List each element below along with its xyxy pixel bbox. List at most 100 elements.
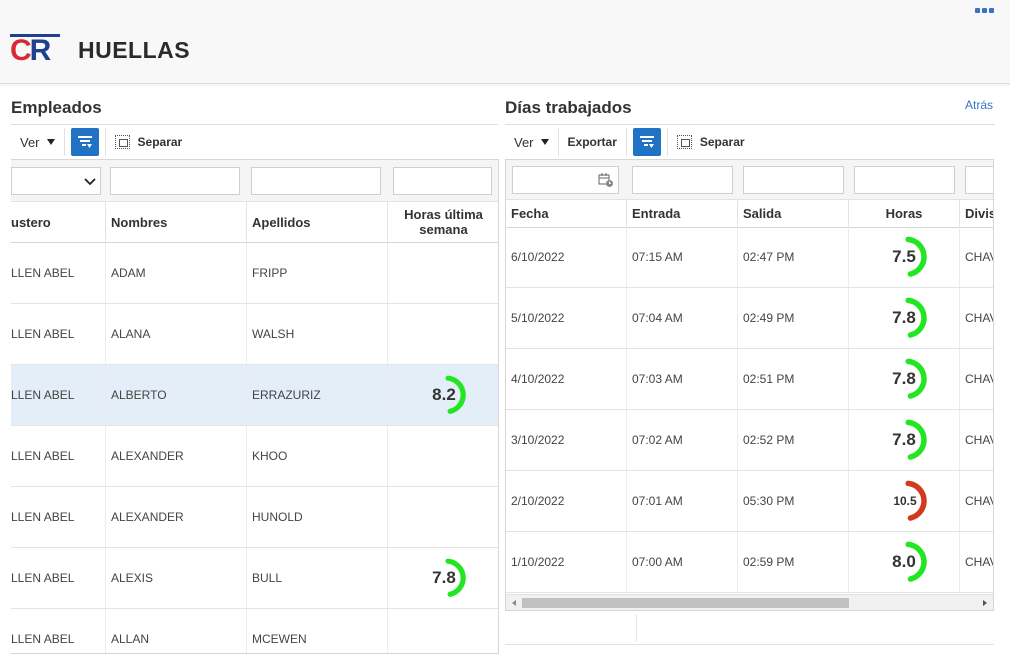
- empleados-row[interactable]: LLEN ABEL ALANA WALSH: [11, 304, 498, 365]
- col-header-horas[interactable]: Horas última semana: [388, 202, 498, 242]
- empleados-row[interactable]: LLEN ABEL ALEXIS BULL 7.8: [11, 548, 498, 609]
- logo-letter-r: R: [29, 34, 52, 67]
- filter-select-c1[interactable]: [11, 167, 101, 195]
- cell-fecha: 4/10/2022: [506, 349, 627, 409]
- caret-down-icon: [46, 139, 55, 145]
- hours-gauge: 7.5: [884, 235, 928, 279]
- cell-apellidos: FRIPP: [247, 243, 388, 303]
- cell-fecha: 1/10/2022: [506, 532, 627, 592]
- dropdown-chevron-icon: [84, 178, 96, 186]
- cell-division: CHAV: [965, 372, 993, 386]
- col-header-entrada[interactable]: Entrada: [627, 200, 738, 227]
- filter-input-entrada[interactable]: [632, 166, 733, 194]
- calendar-icon[interactable]: [598, 172, 614, 188]
- scrollbar-thumb[interactable]: [522, 598, 849, 608]
- hours-gauge: 7.8: [884, 418, 928, 462]
- cell-division: CHAV: [965, 555, 993, 569]
- dias-row[interactable]: 5/10/202207:04 AM02:49 PM 7.8 CHAV: [506, 288, 993, 349]
- gauge-value: 7.5: [892, 247, 916, 266]
- hours-gauge: 8.2: [425, 374, 467, 416]
- col-header-salida[interactable]: Salida: [738, 200, 849, 227]
- cell-horas: 8.0: [849, 532, 960, 592]
- cell-nombres: ALEXIS: [106, 548, 247, 608]
- cell-c1: LLEN ABEL: [11, 304, 106, 364]
- cell-nombres: ALLAN: [106, 609, 247, 653]
- col-header-c1[interactable]: ustero: [11, 202, 106, 242]
- dias-row[interactable]: 2/10/202207:01 AM05:30 PM 10.5 CHAV: [506, 471, 993, 532]
- filter-input-apellidos[interactable]: [251, 167, 381, 195]
- dias-row[interactable]: 3/10/202207:02 AM02:52 PM 7.8 CHAV: [506, 410, 993, 471]
- col-header-division[interactable]: Divis: [960, 200, 993, 227]
- filter-input-horas[interactable]: [854, 166, 955, 194]
- cell-salida: 02:51 PM: [738, 349, 849, 409]
- gauge-value: 7.8: [432, 568, 456, 587]
- cell-c1: LLEN ABEL: [11, 487, 106, 547]
- filter-input-fecha[interactable]: [512, 166, 619, 194]
- hours-gauge: 7.8: [425, 557, 467, 599]
- filter-input-horas[interactable]: [393, 167, 492, 195]
- cell-nombres: ADAM: [106, 243, 247, 303]
- empleados-view-menu[interactable]: Ver: [11, 126, 64, 158]
- cell-horas: 7.5: [849, 227, 960, 287]
- cell-salida: 02:52 PM: [738, 410, 849, 470]
- col-header-apellidos[interactable]: Apellidos: [247, 202, 388, 242]
- cell-nombres: ALEXANDER: [106, 426, 247, 486]
- scroll-left-icon[interactable]: [512, 600, 516, 606]
- col-header-nombres[interactable]: Nombres: [106, 202, 247, 242]
- export-button[interactable]: Exportar: [559, 126, 626, 158]
- empleados-row[interactable]: LLEN ABEL ADAM FRIPP: [11, 243, 498, 304]
- dias-filter-row: [506, 160, 993, 200]
- filter-button[interactable]: [70, 128, 99, 156]
- dias-view-menu[interactable]: Ver: [505, 126, 558, 158]
- back-link[interactable]: Atrás: [965, 98, 993, 112]
- hours-gauge: 8.0: [884, 540, 928, 584]
- dias-toolbar: Ver Exportar Separar: [505, 126, 754, 158]
- cell-entrada: 07:02 AM: [627, 410, 738, 470]
- empleados-title-divider: [11, 124, 498, 125]
- cell-salida: 02:59 PM: [738, 532, 849, 592]
- filter-input-division[interactable]: [965, 166, 993, 194]
- cell-apellidos: KHOO: [247, 426, 388, 486]
- empleados-detach-button[interactable]: Separar: [106, 126, 192, 158]
- dias-header-row: Fecha Entrada Salida Horas Divis: [506, 200, 993, 228]
- cell-horas: [388, 426, 498, 486]
- cell-apellidos: BULL: [247, 548, 388, 608]
- cell-apellidos: WALSH: [247, 304, 388, 364]
- cell-horas: [388, 487, 498, 547]
- empleados-row[interactable]: LLEN ABEL ALLAN MCEWEN: [11, 609, 498, 653]
- cell-fecha: 5/10/2022: [506, 288, 627, 348]
- cell-horas: [388, 609, 498, 653]
- horizontal-scrollbar[interactable]: [506, 594, 993, 610]
- detach-label: Separar: [137, 135, 183, 149]
- cell-c1: LLEN ABEL: [11, 426, 106, 486]
- cell-horas: 7.8: [849, 410, 960, 470]
- filter-input-salida[interactable]: [743, 166, 844, 194]
- gauge-value: 7.8: [892, 430, 916, 449]
- scroll-right-icon[interactable]: [983, 600, 987, 606]
- dias-row[interactable]: 1/10/202207:00 AM02:59 PM 8.0 CHAV: [506, 532, 993, 593]
- filter-icon: [639, 136, 654, 148]
- col-header-fecha[interactable]: Fecha: [506, 200, 627, 227]
- cell-horas: 7.8: [849, 288, 960, 348]
- cell-apellidos: HUNOLD: [247, 487, 388, 547]
- filter-input-nombres[interactable]: [110, 167, 240, 195]
- cell-salida: 05:30 PM: [738, 471, 849, 531]
- dias-footer-divider: [505, 644, 994, 645]
- cell-entrada: 07:03 AM: [627, 349, 738, 409]
- cell-fecha: 6/10/2022: [506, 227, 627, 287]
- cell-horas: 7.8: [388, 548, 498, 608]
- col-header-horas[interactable]: Horas: [849, 200, 960, 227]
- dias-row[interactable]: 4/10/202207:03 AM02:51 PM 7.8 CHAV: [506, 349, 993, 410]
- dias-detach-button[interactable]: Separar: [668, 126, 754, 158]
- cell-nombres: ALEXANDER: [106, 487, 247, 547]
- cell-horas: [388, 243, 498, 303]
- menu-dots-icon[interactable]: [975, 8, 995, 15]
- detach-label: Separar: [699, 135, 745, 149]
- cell-apellidos: ERRAZURIZ: [247, 365, 388, 425]
- dias-row[interactable]: 6/10/202207:15 AM02:47 PM 7.5 CHAV: [506, 227, 993, 288]
- empleados-row[interactable]: LLEN ABEL ALEXANDER KHOO: [11, 426, 498, 487]
- empleados-row[interactable]: LLEN ABEL ALEXANDER HUNOLD: [11, 487, 498, 548]
- empleados-row[interactable]: LLEN ABEL ALBERTO ERRAZURIZ 8.2: [11, 365, 498, 426]
- cell-horas: 8.2: [388, 365, 498, 425]
- filter-button[interactable]: [632, 128, 661, 156]
